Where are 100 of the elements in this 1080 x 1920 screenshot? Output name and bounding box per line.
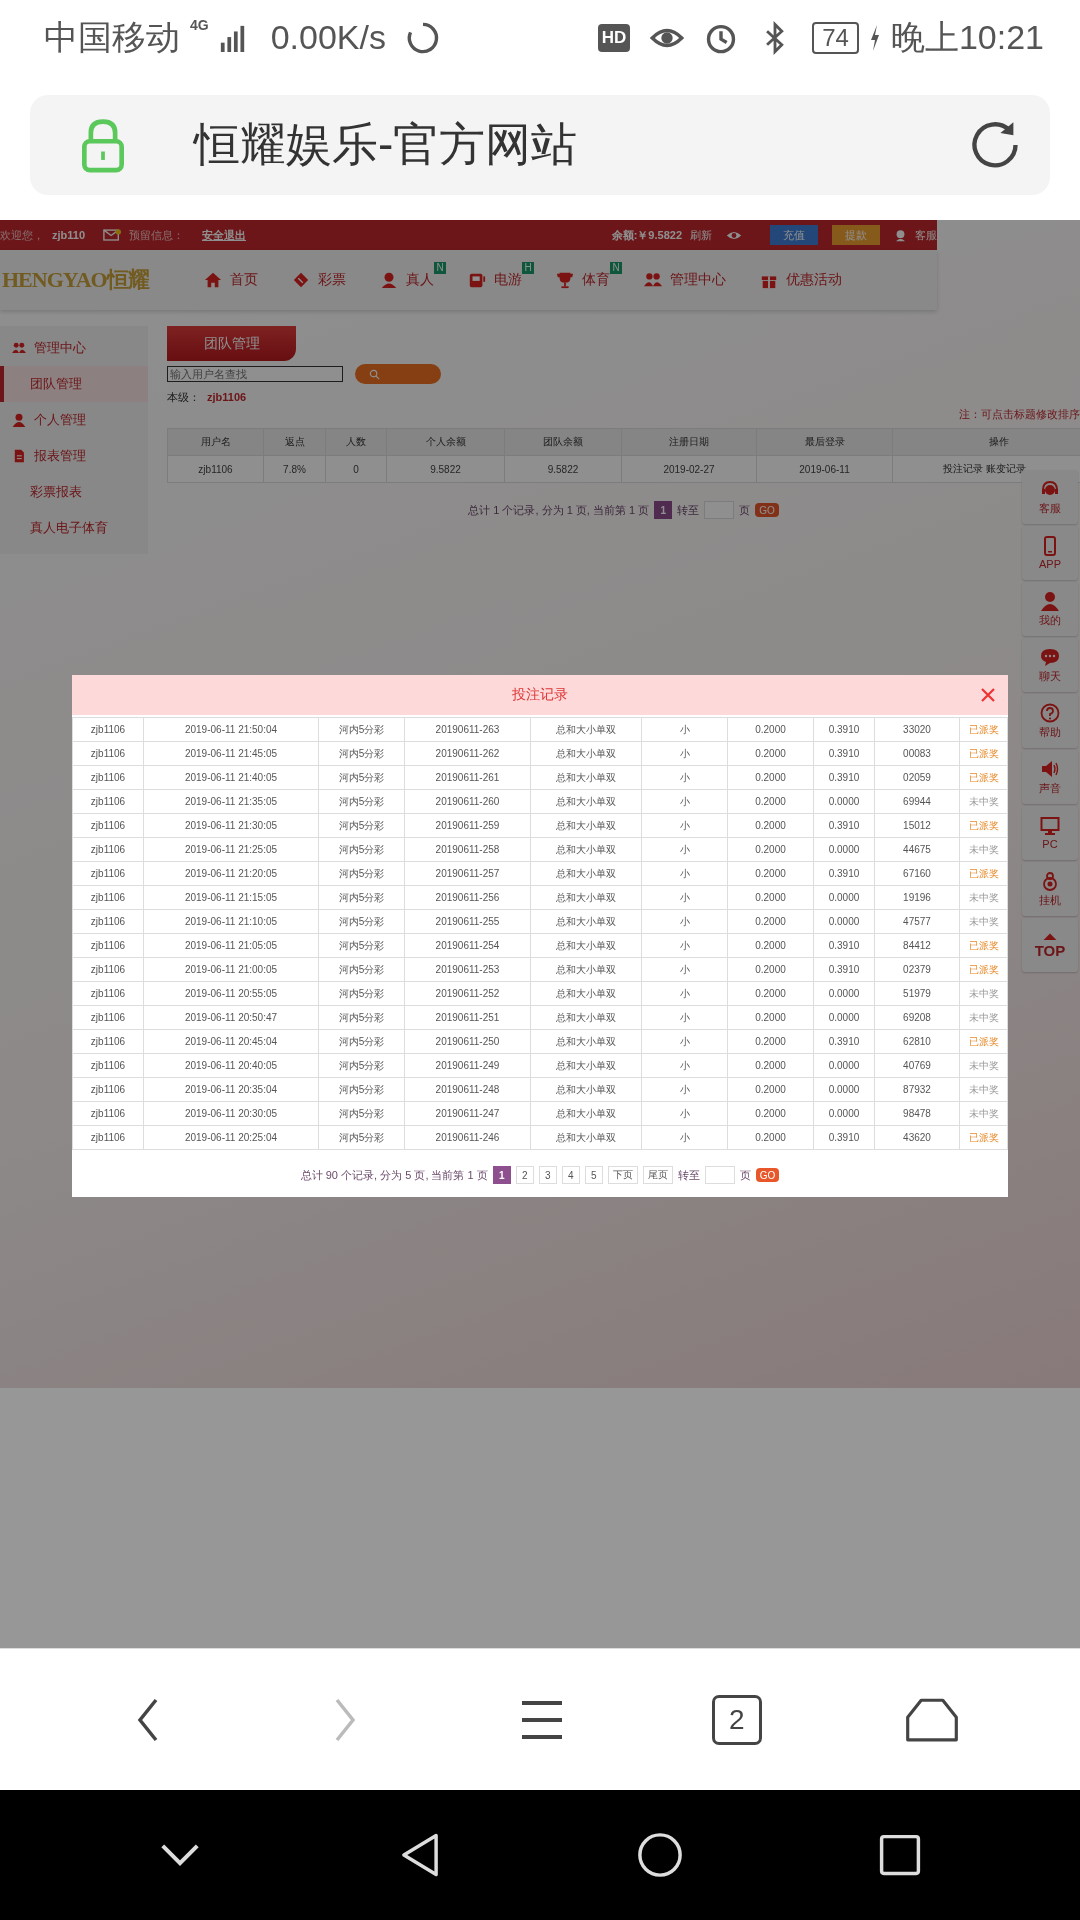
table-cell: 河内5分彩 <box>318 741 405 766</box>
status-cell: 未中奖 <box>959 789 1008 814</box>
page-button[interactable]: 1 <box>654 501 673 519</box>
page-field[interactable] <box>704 1166 735 1184</box>
nav-item[interactable]: 首页 <box>190 250 278 310</box>
float-menu-button[interactable]: 声音 <box>1022 750 1078 804</box>
table-cell: 0.2000 <box>727 885 814 910</box>
float-menu-button[interactable]: 挂机 <box>1022 862 1078 916</box>
go-button[interactable]: GO <box>755 1168 780 1182</box>
table-cell: 2019-06-11 20:25:04 <box>143 1125 319 1150</box>
next-page-button[interactable]: 下页 <box>607 1166 638 1184</box>
table-cell: 小 <box>641 837 728 862</box>
go-button[interactable]: GO <box>755 503 779 517</box>
table-cell: zjb1106 <box>72 837 144 862</box>
table-cell: zjb1106 <box>72 981 144 1006</box>
battery-level: 74 <box>812 21 859 54</box>
float-menu-button[interactable]: APP <box>1022 526 1078 580</box>
table-cell: zjb1106 <box>72 861 144 886</box>
column-header[interactable]: 人数 <box>325 428 387 456</box>
float-menu-button[interactable]: TOP <box>1022 918 1078 972</box>
customer-service-link[interactable]: 客服 <box>915 227 937 243</box>
table-cell: 总和大小单双 <box>530 1029 642 1054</box>
table-cell: zjb1106 <box>72 789 144 814</box>
table-cell: zjb1106 <box>72 717 144 742</box>
sidebar-item[interactable]: 个人管理 <box>0 402 148 438</box>
sidebar-item[interactable]: 团队管理 <box>0 366 148 402</box>
speaker-icon <box>1040 758 1060 779</box>
table-cell: 0.0000 <box>813 981 875 1006</box>
table-cell: 总和大小单双 <box>530 765 642 790</box>
column-header[interactable]: 注册日期 <box>621 428 757 456</box>
refresh-link[interactable]: 刷新 <box>690 227 712 243</box>
table-cell: zjb1106 <box>72 813 144 838</box>
page-button[interactable]: 5 <box>584 1166 603 1184</box>
up-arrow-icon <box>1042 931 1058 940</box>
float-menu-button[interactable]: 我的 <box>1022 582 1078 636</box>
section-tab[interactable]: 团队管理 <box>167 326 296 361</box>
column-header[interactable]: 返点 <box>263 428 326 456</box>
table-cell: 0.3910 <box>813 717 875 742</box>
deposit-button[interactable]: 充值 <box>770 225 818 245</box>
mail-icon[interactable] <box>103 228 122 242</box>
nav-item[interactable]: 体育 N <box>542 250 630 310</box>
table-cell: 河内5分彩 <box>318 861 405 886</box>
table-cell: 总和大小单双 <box>530 741 642 766</box>
table-cell: 0.2000 <box>727 1077 814 1102</box>
eye-icon[interactable] <box>726 229 742 241</box>
table-cell: 0.3910 <box>813 765 875 790</box>
nav-item[interactable]: 电游 H <box>454 250 542 310</box>
table-cell: zjb1106 <box>72 1053 144 1078</box>
page-button[interactable]: 4 <box>561 1166 580 1184</box>
nav-item[interactable]: 管理中心 <box>630 250 746 310</box>
page-button[interactable]: 3 <box>538 1166 557 1184</box>
table-cell: 20190611-253 <box>404 957 531 982</box>
nav-item[interactable]: 彩票 <box>278 250 366 310</box>
sidebar-item[interactable]: 真人电子体育 <box>0 510 148 546</box>
withdraw-button[interactable]: 提款 <box>832 225 880 245</box>
nav-item[interactable]: 真人 N <box>366 250 454 310</box>
document-icon <box>12 449 26 463</box>
table-cell: 总和大小单双 <box>530 1077 642 1102</box>
search-field[interactable]: 输入用户名查找 <box>167 366 343 382</box>
table-cell: 40769 <box>874 1053 960 1078</box>
home-icon[interactable] <box>637 1832 683 1878</box>
table-cell: 小 <box>641 813 728 838</box>
table-cell: 小 <box>641 717 728 742</box>
person-icon <box>1040 590 1060 611</box>
logout-link[interactable]: 安全退出 <box>202 227 247 243</box>
table-cell: 2019-06-11 20:55:05 <box>143 981 319 1006</box>
float-menu-button[interactable]: 聊天 <box>1022 638 1078 692</box>
column-header[interactable]: 用户名 <box>167 428 264 456</box>
table-cell: 2019-06-11 21:20:05 <box>143 861 319 886</box>
recents-icon[interactable] <box>877 1832 923 1878</box>
column-header[interactable]: 团队余额 <box>504 428 622 456</box>
page-button[interactable]: 2 <box>515 1166 534 1184</box>
table-cell: 总和大小单双 <box>530 909 642 934</box>
column-header[interactable]: 操作 <box>892 428 1080 456</box>
pagination-summary: 总计 1 个记录, 分为 1 页, 当前第 1 页 <box>468 502 650 518</box>
action-link[interactable]: 投注记录 <box>943 463 983 474</box>
column-header[interactable]: 个人余额 <box>386 428 505 456</box>
address-bar[interactable]: 恒耀娱乐-官方网站 <box>30 95 1050 195</box>
page-button[interactable]: 1 <box>492 1166 511 1184</box>
tabs-button[interactable]: 2 <box>711 1694 762 1745</box>
nav-item[interactable]: 优惠活动 <box>746 250 862 310</box>
sidebar-item[interactable]: 彩票报表 <box>0 474 148 510</box>
float-menu-button[interactable]: 客服 <box>1022 470 1078 524</box>
status-cell: 已派奖 <box>959 741 1008 766</box>
sidebar-item[interactable]: 报表管理 <box>0 438 148 474</box>
page-title: 恒耀娱乐-官方网站 <box>194 117 579 172</box>
table-cell: 总和大小单双 <box>530 957 642 982</box>
table-cell: 20190611-258 <box>404 837 531 862</box>
logo[interactable]: HENGYAO恒耀 <box>0 265 190 295</box>
column-header[interactable]: 最后登录 <box>756 428 893 456</box>
table-cell: 2019-06-11 21:50:04 <box>143 717 319 742</box>
float-menu-button[interactable]: 帮助 <box>1022 694 1078 748</box>
table-cell: 小 <box>641 789 728 814</box>
table-cell: 小 <box>641 1053 728 1078</box>
float-menu-button[interactable]: PC <box>1022 806 1078 860</box>
last-page-button[interactable]: 尾页 <box>642 1166 673 1184</box>
person-icon <box>12 413 26 427</box>
table-cell: 20190611-262 <box>404 741 531 766</box>
sidebar-item[interactable]: 管理中心 <box>0 330 148 366</box>
table-cell: 20190611-250 <box>404 1029 531 1054</box>
